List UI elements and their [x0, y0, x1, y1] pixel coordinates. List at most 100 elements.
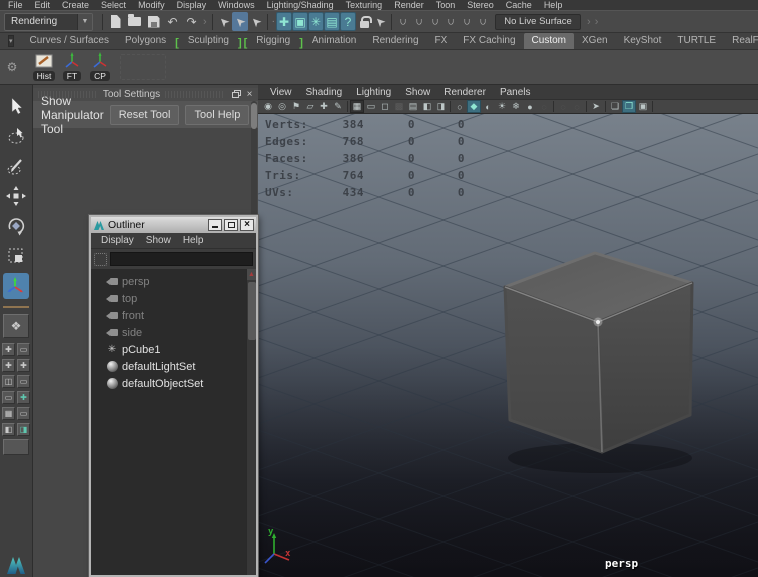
- menu-modify[interactable]: Modify: [132, 0, 171, 10]
- undock-panel-button[interactable]: [230, 90, 241, 100]
- lock-selection-button[interactable]: [356, 12, 372, 31]
- select-component-button[interactable]: ➤: [248, 12, 264, 31]
- outliner-item-pcube1[interactable]: ✳ pCube1: [91, 341, 256, 358]
- menu-lighting-shading[interactable]: Lighting/Shading: [261, 0, 340, 10]
- tab-keyshot[interactable]: KeyShot: [616, 33, 670, 49]
- persp-graph-layout-button[interactable]: ✚: [17, 391, 30, 404]
- isolate-select-icon[interactable]: ➤: [589, 100, 603, 113]
- select-hierarchy-button[interactable]: ➤: [216, 12, 232, 31]
- vp-menu-lighting[interactable]: Lighting: [349, 87, 398, 98]
- tab-curves-surfaces[interactable]: Curves / Surfaces: [22, 33, 117, 49]
- menu-file[interactable]: File: [2, 0, 29, 10]
- bookmark-icon[interactable]: ⚑: [289, 100, 303, 113]
- resolution-gate-icon[interactable]: ◻: [378, 100, 392, 113]
- vp-menu-panels[interactable]: Panels: [493, 87, 538, 98]
- pane-right-layout-button[interactable]: ▭: [17, 407, 30, 420]
- scrollbar-thumb[interactable]: [251, 103, 257, 129]
- hypergraph-layout-button[interactable]: ◨: [17, 423, 30, 436]
- outliner-item-persp[interactable]: persp: [91, 273, 256, 290]
- tab-polygons[interactable]: Polygons: [117, 33, 174, 49]
- vp-menu-view[interactable]: View: [263, 87, 299, 98]
- snap-center-magnet-button[interactable]: ∩: [443, 12, 459, 31]
- select-tool-button[interactable]: [3, 93, 29, 119]
- snap-point-toggle[interactable]: ✳: [308, 12, 324, 31]
- snap-plane-magnet-button[interactable]: ∩: [459, 12, 475, 31]
- shelf-item-hist[interactable]: Hist: [30, 52, 58, 81]
- scrollbar-thumb[interactable]: [248, 282, 256, 340]
- tab-sculpting[interactable]: Sculpting: [180, 33, 237, 49]
- undo-button[interactable]: ↶: [163, 12, 182, 31]
- paint-select-tool-button[interactable]: [3, 153, 29, 179]
- film-gate-icon[interactable]: ▭: [364, 100, 378, 113]
- quad-layout-button[interactable]: ✚: [2, 359, 15, 372]
- snap-curve-magnet-button[interactable]: ∩: [411, 12, 427, 31]
- field-chart-icon[interactable]: ▤: [406, 100, 420, 113]
- rotate-tool-button[interactable]: [3, 213, 29, 239]
- single-pane-icon[interactable]: ❏: [608, 100, 622, 113]
- four-pane-layout-button[interactable]: ✚: [2, 343, 15, 356]
- split-left-layout-button[interactable]: ◫: [2, 375, 15, 388]
- exposure-icon[interactable]: ◌: [570, 100, 584, 113]
- pan-zoom-icon[interactable]: ✚: [317, 100, 331, 113]
- live-surface-field[interactable]: No Live Surface: [495, 14, 581, 30]
- grid-toggle-icon[interactable]: ▦: [350, 100, 364, 113]
- outliner-menu-help[interactable]: Help: [177, 235, 210, 246]
- show-manipulator-tool-button[interactable]: [3, 273, 29, 299]
- scroll-up-icon[interactable]: ▲: [247, 269, 256, 280]
- tool-help-button[interactable]: Tool Help: [185, 105, 249, 125]
- xray-icon[interactable]: ◌: [556, 100, 570, 113]
- redo-button[interactable]: ↷: [182, 12, 201, 31]
- menu-select[interactable]: Select: [95, 0, 132, 10]
- move-tool-button[interactable]: [3, 183, 29, 209]
- tab-turtle[interactable]: TURTLE: [669, 33, 724, 49]
- toolbar-collapse-icon[interactable]: ›: [201, 16, 209, 28]
- snap-help-toggle[interactable]: ?: [340, 12, 356, 31]
- grid-layout-button[interactable]: ▦: [2, 407, 15, 420]
- menu-set-dropdown[interactable]: Rendering ▼: [4, 13, 93, 31]
- textured-display-icon[interactable]: ◐: [481, 100, 495, 113]
- save-scene-button[interactable]: [144, 12, 163, 31]
- safe-action-icon[interactable]: ◧: [420, 100, 434, 113]
- toolbar-collapse-icon[interactable]: ›: [593, 16, 601, 28]
- snap-point-magnet-button[interactable]: ∩: [427, 12, 443, 31]
- menu-toon[interactable]: Toon: [430, 0, 462, 10]
- pane-layout-button[interactable]: ▭: [2, 391, 15, 404]
- select-camera-icon[interactable]: ◉: [261, 100, 275, 113]
- tab-custom[interactable]: Custom: [524, 33, 574, 49]
- dropdown-arrow-icon[interactable]: ▼: [77, 14, 92, 30]
- pcube1-mesh[interactable]: [505, 253, 692, 452]
- split-pane-icon[interactable]: ❐: [622, 100, 636, 113]
- viewport-canvas[interactable]: y x Verts: 384 0 0 Edges: 7: [258, 114, 758, 577]
- shelf-options-button[interactable]: ⚙: [2, 52, 22, 82]
- maximize-button[interactable]: [224, 219, 238, 231]
- lasso-tool-button[interactable]: [3, 123, 29, 149]
- persp-pane-layout-button[interactable]: ▭: [17, 375, 30, 388]
- gate-mask-icon[interactable]: ▩: [392, 100, 406, 113]
- minimize-button[interactable]: [208, 219, 222, 231]
- menu-help[interactable]: Help: [538, 0, 569, 10]
- vp-menu-shading[interactable]: Shading: [299, 87, 350, 98]
- snap-grid-toggle[interactable]: ✚: [276, 12, 292, 31]
- grease-pencil-icon[interactable]: ✎: [331, 100, 345, 113]
- close-panel-button[interactable]: ×: [244, 90, 255, 100]
- outliner-item-top[interactable]: top: [91, 290, 256, 307]
- shelf-tab-menu-button[interactable]: ▾: [8, 35, 14, 47]
- menu-edit[interactable]: Edit: [29, 0, 57, 10]
- toolbar-collapse-icon[interactable]: ›: [585, 16, 593, 28]
- close-button[interactable]: ×: [240, 219, 254, 231]
- make-live-button[interactable]: ∩: [475, 12, 491, 31]
- image-plane-icon[interactable]: ▱: [303, 100, 317, 113]
- select-object-button[interactable]: ➤: [232, 12, 248, 31]
- outliner-persp-layout-button[interactable]: ◧: [2, 423, 15, 436]
- reset-tool-button[interactable]: Reset Tool: [110, 105, 180, 125]
- motion-blur-icon[interactable]: ◌: [537, 100, 551, 113]
- menu-render[interactable]: Render: [388, 0, 430, 10]
- safe-title-icon[interactable]: ◨: [434, 100, 448, 113]
- vp-menu-renderer[interactable]: Renderer: [437, 87, 493, 98]
- shadows-icon[interactable]: ❄: [509, 100, 523, 113]
- highlight-selection-button[interactable]: ➤: [372, 12, 388, 31]
- outliner-item-side[interactable]: side: [91, 324, 256, 341]
- outliner-menu-show[interactable]: Show: [140, 235, 177, 246]
- menu-cache[interactable]: Cache: [500, 0, 538, 10]
- outliner-menu-display[interactable]: Display: [95, 235, 140, 246]
